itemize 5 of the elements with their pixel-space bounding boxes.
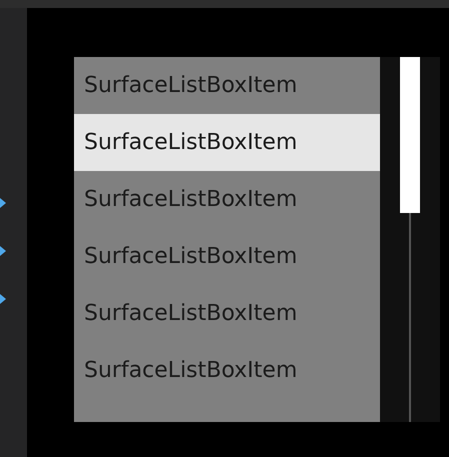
scrollbar[interactable] (380, 57, 440, 422)
list-item[interactable]: SurfaceListBoxItem (74, 114, 380, 171)
arrow-icon (0, 195, 6, 211)
arrow-icon (0, 291, 6, 307)
arrow-icon (0, 243, 6, 259)
